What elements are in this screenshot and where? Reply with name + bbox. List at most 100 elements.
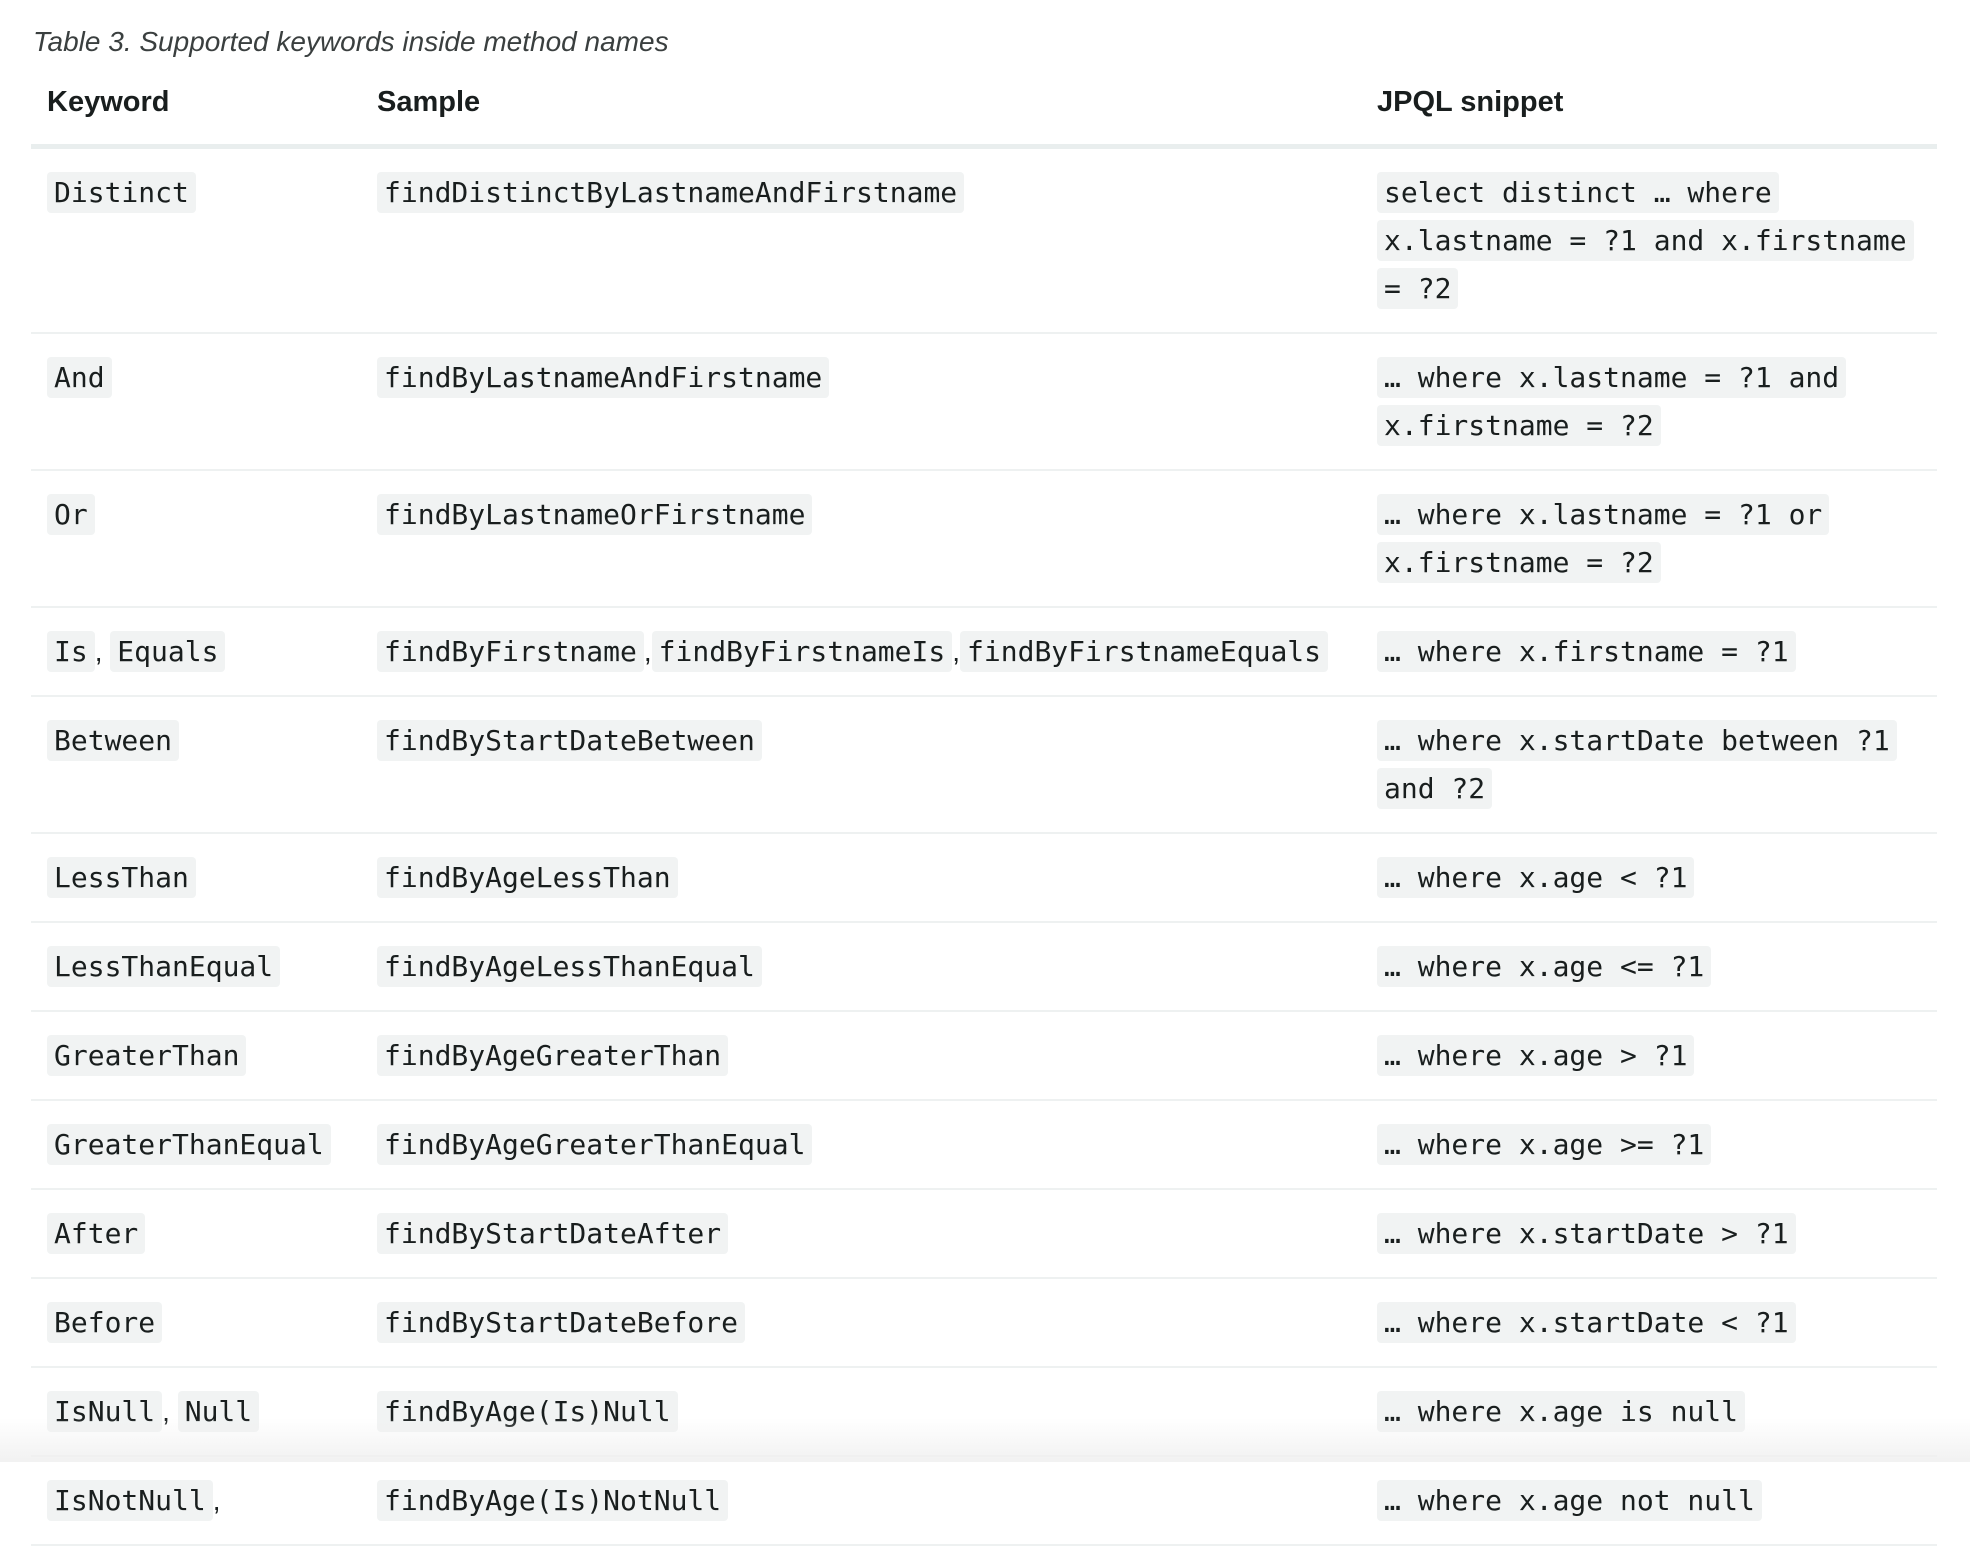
jpql-code: … where x.age <= ?1 — [1377, 946, 1712, 987]
keyword-code: LessThan — [47, 857, 196, 898]
sample-code: findByAgeLessThanEqual — [377, 946, 762, 987]
keywords-table: Keyword Sample JPQL snippet Distinct find… — [31, 86, 1937, 1546]
sample-code: findDistinctByLastnameAndFirstname — [377, 172, 965, 213]
table-row: LessThanEqual findByAgeLessThanEqual … whe… — [31, 922, 1937, 1012]
table-row: And findByLastnameAndFirstname … where x.l… — [31, 333, 1937, 471]
keyword-cell: After — [31, 1189, 361, 1279]
keyword-cell: IsNotNull, — [31, 1456, 361, 1546]
sample-code: findByFirstnameIs — [651, 631, 953, 672]
jpql-code: … where x.age < ?1 — [1377, 857, 1695, 898]
separator-comma: , — [212, 1485, 221, 1516]
sample-code: findByAge(Is)NotNull — [377, 1480, 729, 1521]
table-row: Before findByStartDateBefore … where x.sta… — [31, 1278, 1937, 1368]
keyword-cell: GreaterThanEqual — [31, 1100, 361, 1190]
jpql-code: … where x.age >= ?1 — [1377, 1124, 1712, 1165]
jpql-cell: … where x.lastname = ?1 and x.firstname … — [1361, 333, 1937, 471]
table-row: Distinct findDistinctByLastnameAndFirstna… — [31, 146, 1937, 334]
sample-code: findByLastnameAndFirstname — [377, 357, 830, 398]
keyword-cell: Or — [31, 470, 361, 608]
keyword-code: Distinct — [47, 172, 196, 213]
keyword-code: Or — [47, 494, 95, 535]
keyword-cell: LessThan — [31, 833, 361, 923]
jpql-code: … where x.startDate > ?1 — [1377, 1213, 1796, 1254]
keyword-cell: GreaterThan — [31, 1011, 361, 1101]
keyword-cell: Is, Equals — [31, 607, 361, 697]
jpql-cell: select distinct … where x.lastname = ?1 … — [1361, 146, 1937, 334]
keyword-code: GreaterThan — [47, 1035, 247, 1076]
jpql-code: … where x.age > ?1 — [1377, 1035, 1695, 1076]
sample-cell: findByAgeLessThanEqual — [361, 922, 1361, 1012]
jpql-code: … where x.lastname = ?1 or x.firstname =… — [1377, 494, 1830, 583]
jpql-code: … where x.startDate < ?1 — [1377, 1302, 1796, 1343]
jpql-code: … where x.lastname = ?1 and x.firstname … — [1377, 357, 1847, 446]
jpql-cell: … where x.age not null — [1361, 1456, 1937, 1546]
jpql-cell: … where x.firstname = ?1 — [1361, 607, 1937, 697]
header-jpql-snippet: JPQL snippet — [1361, 86, 1937, 149]
jpql-code: … where x.startDate between ?1 and ?2 — [1377, 720, 1897, 809]
table-row: Between findByStartDateBetween … where x.s… — [31, 696, 1937, 834]
table-header-row: Keyword Sample JPQL snippet — [31, 86, 1937, 149]
sample-code: findByAgeGreaterThanEqual — [377, 1124, 813, 1165]
sample-cell: findByAgeLessThan — [361, 833, 1361, 923]
sample-cell: findByStartDateAfter — [361, 1189, 1361, 1279]
sample-cell: findByStartDateBetween — [361, 696, 1361, 834]
jpql-cell: … where x.age is null — [1361, 1367, 1937, 1457]
table-row: GreaterThan findByAgeGreaterThan … where x… — [31, 1011, 1937, 1101]
jpql-code: select distinct … where x.lastname = ?1 … — [1377, 172, 1914, 309]
sample-code: findByFirstname — [377, 631, 644, 672]
separator-comma: , — [643, 636, 652, 667]
jpql-code: … where x.age is null — [1377, 1391, 1746, 1432]
sample-code: findByAgeGreaterThan — [377, 1035, 729, 1076]
table-row: After findByStartDateAfter … where x.start… — [31, 1189, 1937, 1279]
sample-cell: findByAgeGreaterThan — [361, 1011, 1361, 1101]
jpql-cell: … where x.age >= ?1 — [1361, 1100, 1937, 1190]
keyword-cell: Distinct — [31, 146, 361, 334]
sample-code: findByStartDateBefore — [377, 1302, 746, 1343]
separator-comma: , — [94, 636, 111, 667]
sample-code: findByLastnameOrFirstname — [377, 494, 813, 535]
jpql-code: … where x.age not null — [1377, 1480, 1762, 1521]
sample-cell: findByAgeGreaterThanEqual — [361, 1100, 1361, 1190]
table-header: Keyword Sample JPQL snippet — [31, 86, 1937, 149]
sample-cell: findByAge(Is)NotNull — [361, 1456, 1361, 1546]
keyword-code: Before — [47, 1302, 163, 1343]
table-row: LessThan findByAgeLessThan … where x.age <… — [31, 833, 1937, 923]
sample-code: findByFirstnameEquals — [960, 631, 1329, 672]
separator-comma: , — [162, 1396, 178, 1427]
keyword-code: LessThanEqual — [47, 946, 281, 987]
keyword-cell: IsNull, Null — [31, 1367, 361, 1457]
sample-cell: findByFirstname, findByFirstnameIs, findBy… — [361, 607, 1361, 697]
sample-code: findByAge(Is)Null — [377, 1391, 678, 1432]
sample-cell: findDistinctByLastnameAndFirstname — [361, 146, 1361, 334]
keyword-code: IsNotNull — [47, 1480, 213, 1521]
table-row: Or findByLastnameOrFirstname … where x.las… — [31, 470, 1937, 608]
keyword-code: Between — [47, 720, 180, 761]
document-page: Table 3. Supported keywords inside metho… — [31, 0, 1937, 1546]
jpql-cell: … where x.age < ?1 — [1361, 833, 1937, 923]
keyword-code: IsNull — [47, 1391, 163, 1432]
sample-cell: findByAge(Is)Null — [361, 1367, 1361, 1457]
table-body: Distinct findDistinctByLastnameAndFirstna… — [31, 146, 1937, 1546]
jpql-cell: … where x.startDate between ?1 and ?2 — [1361, 696, 1937, 834]
jpql-cell: … where x.startDate < ?1 — [1361, 1278, 1937, 1368]
header-sample: Sample — [361, 86, 1361, 149]
table-row: IsNotNull, findByAge(Is)NotNull … where x.… — [31, 1456, 1937, 1546]
jpql-code: … where x.firstname = ?1 — [1377, 631, 1796, 672]
keyword-cell: Between — [31, 696, 361, 834]
keyword-code: GreaterThanEqual — [47, 1124, 331, 1165]
table-row: IsNull, Null findByAge(Is)Null … where x.a… — [31, 1367, 1937, 1457]
table-row: GreaterThanEqual findByAgeGreaterThanEqua… — [31, 1100, 1937, 1190]
jpql-cell: … where x.lastname = ?1 or x.firstname =… — [1361, 470, 1937, 608]
keyword-code: Null — [177, 1391, 260, 1432]
jpql-cell: … where x.age <= ?1 — [1361, 922, 1937, 1012]
keyword-code: And — [47, 357, 112, 398]
keyword-cell: Before — [31, 1278, 361, 1368]
separator-comma: , — [952, 636, 961, 667]
keyword-code: Is — [47, 631, 95, 672]
sample-code: findByStartDateAfter — [377, 1213, 729, 1254]
keyword-code: After — [47, 1213, 146, 1254]
table-row: Is, Equals findByFirstname, findByFirstnam… — [31, 607, 1937, 697]
table-caption: Table 3. Supported keywords inside metho… — [33, 26, 669, 57]
jpql-cell: … where x.startDate > ?1 — [1361, 1189, 1937, 1279]
keyword-cell: LessThanEqual — [31, 922, 361, 1012]
